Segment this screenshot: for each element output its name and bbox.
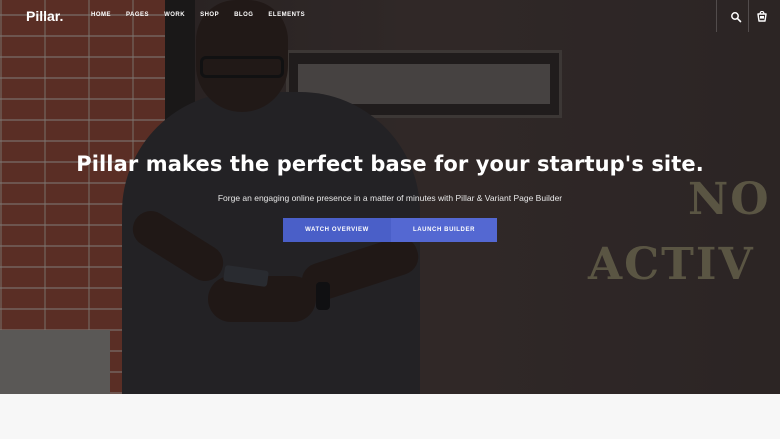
nav-item-shop[interactable]: SHOP (200, 12, 219, 18)
site-logo[interactable]: Pillar. (26, 8, 63, 24)
nav-menu: HOME PAGES WORK SHOP BLOG ELEMENTS (91, 12, 320, 18)
nav-divider (748, 0, 749, 32)
cart-icon[interactable] (756, 10, 768, 22)
search-icon[interactable] (730, 10, 742, 23)
launch-builder-button[interactable]: LAUNCH BUILDER (391, 218, 497, 242)
nav-divider (716, 0, 717, 32)
hero-subline: Forge an engaging online presence in a m… (217, 193, 563, 203)
watch-overview-button[interactable]: WATCH OVERVIEW (283, 218, 391, 242)
nav-item-work[interactable]: WORK (164, 12, 185, 18)
below-fold-section (0, 394, 780, 439)
nav-item-elements[interactable]: ELEMENTS (268, 12, 305, 18)
hero-button-group: WATCH OVERVIEW LAUNCH BUILDER (283, 218, 497, 242)
top-navbar: Pillar. HOME PAGES WORK SHOP BLOG ELEMEN… (0, 0, 780, 32)
hero-headline: Pillar makes the perfect base for your s… (76, 152, 704, 176)
nav-item-blog[interactable]: BLOG (234, 12, 253, 18)
nav-item-pages[interactable]: PAGES (126, 12, 149, 18)
nav-item-home[interactable]: HOME (91, 12, 111, 18)
